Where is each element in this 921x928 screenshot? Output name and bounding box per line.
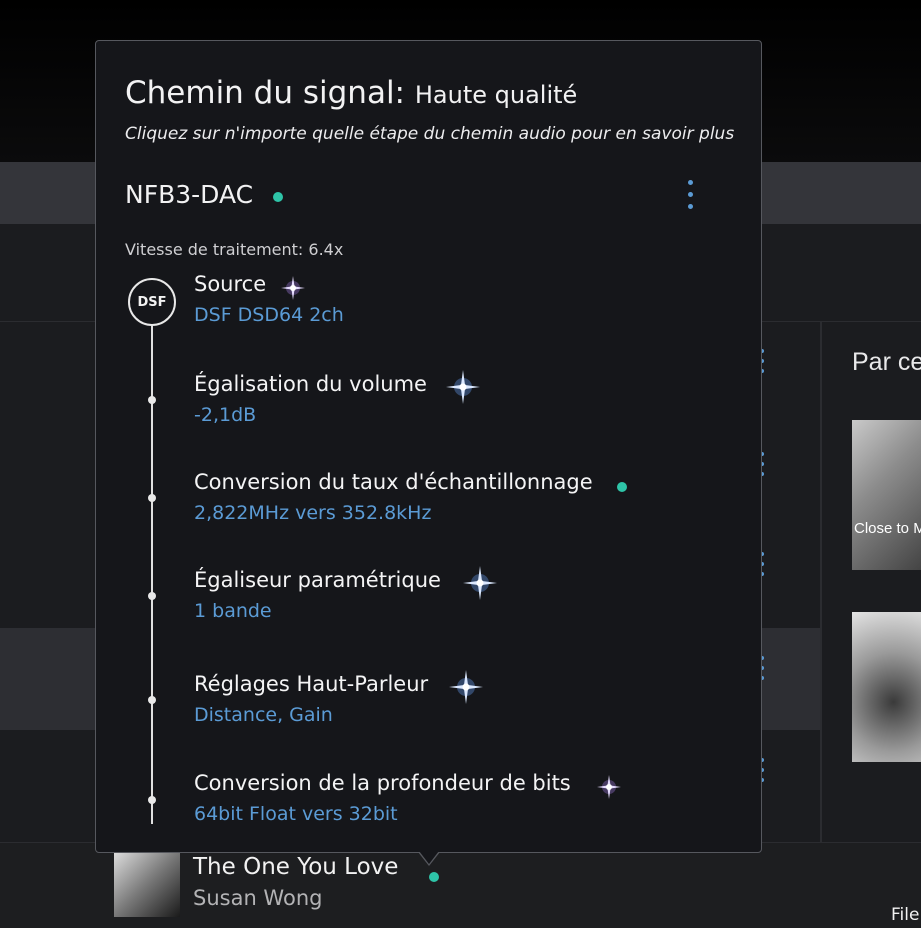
signal-path-indicator-icon[interactable] [429,872,439,882]
step-value: 2,822MHz vers 352.8kHz [194,502,432,524]
device-name[interactable]: NFB3-DAC [125,180,253,209]
step-name: Égalisation du volume [194,372,427,396]
popup-subtitle: Cliquez sur n'importe quelle étape du ch… [125,124,735,144]
right-panel-title: Par ce [852,348,921,376]
step-parametric-eq[interactable]: Égaliseur paramétrique 1 bande [194,568,441,622]
step-speaker-settings[interactable]: Réglages Haut-Parleur Distance, Gain [194,672,428,726]
popup-title-label: Chemin du signal: [125,75,405,111]
now-playing-artist[interactable]: Susan Wong [193,886,322,910]
purple-sparkle-icon [596,774,622,800]
step-value: -2,1dB [194,404,257,426]
teal-dot-icon [617,482,627,492]
popup-pointer-fill [419,851,439,864]
step-name: Source [194,272,267,296]
step-node [148,592,156,600]
step-name: Égaliseur paramétrique [194,568,441,592]
album-cover[interactable]: Close to M [852,420,921,570]
teal-dot-icon [273,192,283,202]
right-panel [822,322,921,842]
blue-sparkle-icon [445,369,481,405]
step-name: Conversion de la profondeur de bits [194,771,571,795]
step-value: 1 bande [194,600,272,622]
album-cover[interactable] [852,612,921,762]
popup-title: Chemin du signal: Haute qualité [125,75,577,111]
blue-sparkle-icon [462,565,498,601]
step-source[interactable]: Source DSF DSD64 2ch [194,272,344,326]
step-bit-depth-conversion[interactable]: Conversion de la profondeur de bits 64bi… [194,771,571,825]
album-caption: Close to M [854,520,921,537]
step-value: DSF DSD64 2ch [194,304,344,326]
now-playing-cover[interactable] [114,853,180,917]
now-playing-title[interactable]: The One You Love [193,854,398,880]
purple-sparkle-icon [280,275,306,301]
step-value: Distance, Gain [194,704,333,726]
step-node [148,494,156,502]
step-value: 64bit Float vers 32bit [194,803,398,825]
signal-path-popup: Chemin du signal: Haute qualité Cliquez … [95,40,762,853]
blue-sparkle-icon [448,669,484,705]
step-name: Réglages Haut-Parleur [194,672,429,696]
step-node [148,696,156,704]
step-volume-leveling[interactable]: Égalisation du volume -2,1dB [194,372,427,426]
step-name: Conversion du taux d'échantillonnage [194,470,593,494]
step-node [148,796,156,804]
file-label: File [891,905,920,925]
step-node [148,396,156,404]
step-sample-rate-conversion[interactable]: Conversion du taux d'échantillonnage 2,8… [194,470,593,524]
processing-speed: Vitesse de traitement: 6.4x [125,240,344,259]
quality-label: Haute qualité [414,81,578,109]
source-format-badge: DSF [128,278,176,326]
device-menu-icon[interactable] [685,180,695,214]
